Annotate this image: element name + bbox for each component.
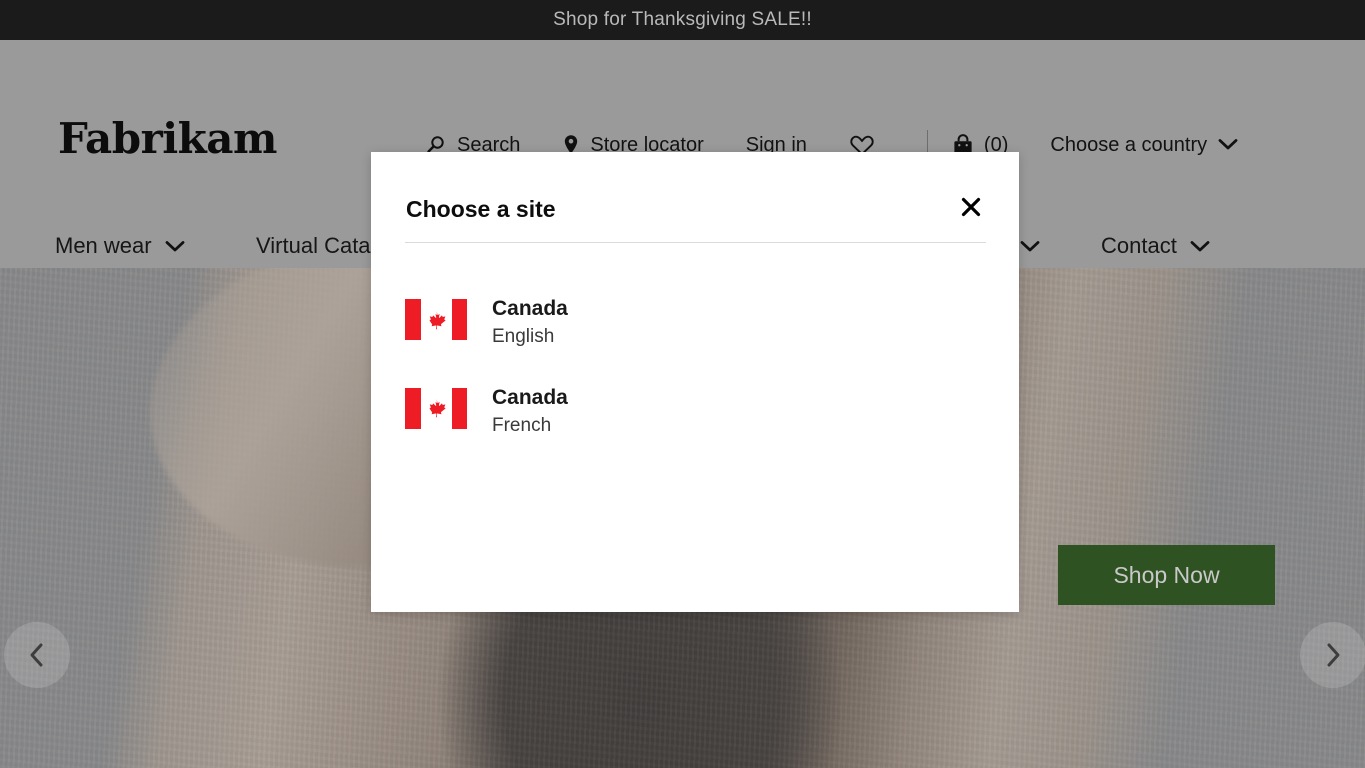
nav-item-label: Contact: [1101, 233, 1177, 258]
canada-flag-icon: [405, 387, 467, 429]
close-icon[interactable]: [957, 193, 985, 221]
site-country-name: Canada: [492, 297, 568, 320]
chevron-right-icon: [1320, 640, 1346, 670]
promo-banner: Shop for Thanksgiving SALE!!: [0, 0, 1365, 40]
dialog-title: Choose a site: [406, 196, 556, 222]
site-option-text: Canada English: [492, 295, 568, 351]
nav-item-label: Virtual Cata: [256, 233, 371, 258]
site-language-name: French: [492, 415, 552, 437]
maple-leaf-icon: [429, 399, 446, 418]
maple-leaf-icon: [429, 310, 446, 329]
canada-flag-icon: [405, 299, 467, 340]
nav-item-hidden-chevron[interactable]: [1019, 233, 1041, 259]
page-root: Shop for Thanksgiving SALE!! Fabrikam Se…: [0, 0, 1365, 768]
chevron-down-icon: [1019, 233, 1041, 259]
country-selector-label: Choose a country: [1050, 133, 1208, 156]
shop-now-button[interactable]: Shop Now: [1058, 545, 1275, 605]
promo-banner-text: Shop for Thanksgiving SALE!!: [553, 9, 812, 30]
chevron-down-icon: [164, 233, 186, 259]
site-list: Canada English Canada French: [405, 295, 965, 473]
chevron-down-icon: [1189, 233, 1211, 259]
site-logo[interactable]: Fabrikam: [58, 118, 277, 160]
dialog-header: Choose a site: [406, 196, 985, 244]
site-language-name: English: [492, 326, 555, 348]
site-country-name: Canada: [492, 385, 568, 409]
country-selector[interactable]: Choose a country: [1050, 134, 1239, 157]
site-option-canada-english[interactable]: Canada English: [405, 295, 965, 351]
chevron-down-icon: [1217, 134, 1239, 157]
nav-item-virtual-catalog[interactable]: Virtual Cata: [256, 233, 371, 259]
chevron-left-icon: [24, 640, 50, 670]
nav-item-label: Men wear: [55, 233, 152, 258]
nav-item-men-wear[interactable]: Men wear: [55, 233, 186, 259]
site-option-text: Canada French: [492, 384, 568, 440]
carousel-next-button[interactable]: [1300, 622, 1365, 688]
dialog-divider: [405, 242, 986, 243]
carousel-prev-button[interactable]: [4, 622, 70, 688]
site-option-canada-french[interactable]: Canada French: [405, 384, 965, 440]
nav-item-contact[interactable]: Contact: [1101, 233, 1211, 259]
choose-site-dialog: Choose a site Canada English Canada Fren…: [371, 152, 1019, 612]
